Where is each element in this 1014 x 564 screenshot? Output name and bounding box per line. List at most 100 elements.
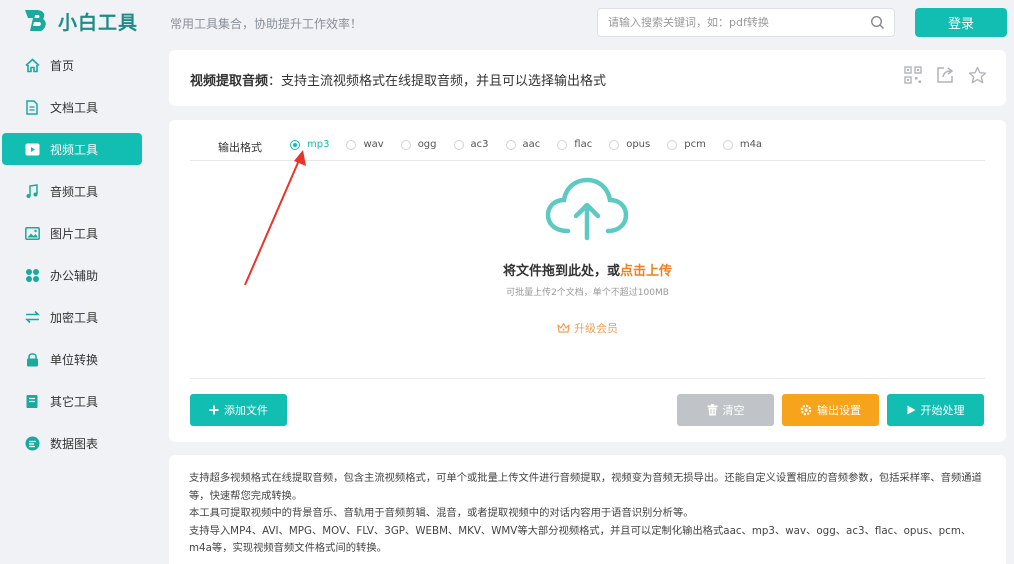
output-format-label: 输出格式 xyxy=(218,141,262,154)
add-file-label: 添加文件 xyxy=(224,404,268,417)
sidebar-item-label: 办公辅助 xyxy=(50,268,99,283)
radio-icon xyxy=(722,139,733,150)
sidebar-item-units[interactable]: 单位转换 xyxy=(2,343,142,375)
tool-panel: 输出格式 mp3 wav ogg ac3 aac flac opus pcm m… xyxy=(169,120,1006,442)
sidebar-item-label: 加密工具 xyxy=(50,310,99,325)
star-icon[interactable] xyxy=(966,64,988,86)
search-input[interactable] xyxy=(598,9,848,36)
output-settings-button[interactable]: 输出设置 xyxy=(782,394,879,426)
clear-label: 清空 xyxy=(722,404,745,417)
dropzone-title-text: 将文件拖到此处，或 xyxy=(502,264,620,279)
tool-description: 支持超多视频格式在线提取音频，包含主流视频格式，可单个或批量上传文件进行音频提取… xyxy=(189,470,989,558)
cloud-upload-icon xyxy=(544,176,630,246)
crown-icon xyxy=(557,322,570,334)
radio-icon xyxy=(609,139,620,150)
document-icon xyxy=(24,99,40,115)
sidebar-item-image[interactable]: 图片工具 xyxy=(2,217,142,249)
radio-icon xyxy=(453,139,464,150)
radio-icon xyxy=(557,139,568,150)
format-option-label: aac xyxy=(522,139,541,150)
swap-icon xyxy=(24,309,40,325)
qrcode-icon[interactable] xyxy=(902,64,924,86)
start-processing-label: 开始处理 xyxy=(920,404,965,417)
format-option-label: ogg xyxy=(417,139,437,150)
sidebar-item-label: 音频工具 xyxy=(50,184,99,199)
play-icon xyxy=(907,405,916,415)
sidebar-item-label: 视频工具 xyxy=(50,142,99,157)
sidebar-item-audio[interactable]: 音频工具 xyxy=(2,175,142,207)
format-radio-opus[interactable]: opus xyxy=(609,139,650,150)
page-title: 视频提取音频：支持主流视频格式在线提取音频，并且可以选择输出格式 xyxy=(190,70,606,89)
image-icon xyxy=(24,225,40,241)
sidebar-item-label: 单位转换 xyxy=(50,352,99,367)
sidebar-item-label: 数据图表 xyxy=(50,436,99,451)
search-icon[interactable] xyxy=(870,15,885,34)
output-settings-label: 输出设置 xyxy=(817,404,861,417)
dropzone-title: 将文件拖到此处，或点击上传 xyxy=(190,260,985,279)
title-card: 视频提取音频：支持主流视频格式在线提取音频，并且可以选择输出格式 xyxy=(169,50,1006,106)
share-icon[interactable] xyxy=(934,64,956,86)
description-paragraph: 支持超多视频格式在线提取音频，包含主流视频格式，可单个或批量上传文件进行音频提取… xyxy=(189,472,982,502)
upload-link[interactable]: 点击上传 xyxy=(620,264,672,279)
logo-text: 小白工具 xyxy=(58,11,139,34)
radio-checked-icon xyxy=(290,139,300,150)
chart-icon xyxy=(24,435,40,451)
video-icon xyxy=(24,141,40,157)
logo[interactable]: 小白工具 xyxy=(22,6,138,36)
format-radio-pcm[interactable]: pcm xyxy=(667,139,706,150)
grid-icon xyxy=(24,267,40,283)
header: 小白工具 常用工具集合，协助提升工作效率！ 登录 xyxy=(0,0,1014,46)
sidebar-item-charts[interactable]: 数据图表 xyxy=(2,427,142,459)
radio-icon xyxy=(400,139,411,150)
dropzone-subtitle: 可批量上传2个文档，单个不超过100MB xyxy=(506,288,669,298)
format-option-label: wav xyxy=(363,139,384,150)
login-button[interactable]: 登录 xyxy=(915,8,1007,37)
description-card: 支持超多视频格式在线提取音频，包含主流视频格式，可单个或批量上传文件进行音频提取… xyxy=(169,455,1006,564)
title-actions xyxy=(902,64,988,86)
description-paragraph: 支持导入MP4、AVI、MPG、MOV、FLV、3GP、WEBM、MKV、WMV… xyxy=(189,524,972,555)
upload-dropzone[interactable]: 将文件拖到此处，或点击上传 可批量上传2个文档，单个不超过100MB 升级会员 xyxy=(190,162,985,379)
output-format-row: 输出格式 mp3 wav ogg ac3 aac flac opus pcm m… xyxy=(190,136,985,161)
radio-icon xyxy=(505,139,516,150)
upgrade-member-link[interactable]: 升级会员 xyxy=(190,320,985,336)
radio-icon xyxy=(346,139,357,150)
clear-button[interactable]: 清空 xyxy=(677,394,774,426)
format-option-label: opus xyxy=(626,139,651,150)
format-radio-ogg[interactable]: ogg xyxy=(400,139,437,150)
music-icon xyxy=(24,183,40,199)
sidebar-item-documents[interactable]: 文档工具 xyxy=(2,91,142,123)
page-title-desc: ：支持主流视频格式在线提取音频，并且可以选择输出格式 xyxy=(268,74,607,89)
sidebar-item-home[interactable]: 首页 xyxy=(2,49,142,81)
add-file-button[interactable]: 添加文件 xyxy=(190,394,287,426)
format-radio-m4a[interactable]: m4a xyxy=(722,139,763,150)
radio-icon xyxy=(667,139,678,150)
description-paragraph: 本工具可提取视频中的背景音乐、音轨用于音频剪辑、混音，或者提取视频中的对话内容用… xyxy=(189,507,694,519)
sidebar-item-other[interactable]: 其它工具 xyxy=(2,385,142,417)
lock-icon xyxy=(24,351,40,367)
trash-icon xyxy=(707,404,718,416)
format-radio-mp3[interactable]: mp3 xyxy=(290,139,329,150)
page-title-bold: 视频提取音频 xyxy=(190,74,269,89)
format-radio-ac3[interactable]: ac3 xyxy=(453,139,489,150)
output-format-options: mp3 wav ogg ac3 aac flac opus pcm m4a xyxy=(290,139,779,150)
format-option-label: ac3 xyxy=(470,139,489,150)
sidebar-item-video[interactable]: 视频工具 xyxy=(2,133,142,165)
sidebar-item-label: 首页 xyxy=(50,58,75,73)
format-option-label: flac xyxy=(574,139,593,150)
format-option-label: m4a xyxy=(739,139,763,150)
sidebar-item-label: 文档工具 xyxy=(50,100,99,115)
sidebar-item-office[interactable]: 办公辅助 xyxy=(2,259,142,291)
search-box xyxy=(597,8,895,37)
gear-icon xyxy=(800,404,812,416)
sidebar-item-encrypt[interactable]: 加密工具 xyxy=(2,301,142,333)
sidebar-item-label: 图片工具 xyxy=(50,226,99,241)
format-radio-wav[interactable]: wav xyxy=(346,139,384,150)
plus-icon xyxy=(209,405,219,415)
home-icon xyxy=(24,57,40,73)
book-icon xyxy=(24,393,40,409)
format-radio-flac[interactable]: flac xyxy=(557,139,592,150)
format-radio-aac[interactable]: aac xyxy=(505,139,541,150)
slogan: 常用工具集合，协助提升工作效率！ xyxy=(170,17,363,31)
start-processing-button[interactable]: 开始处理 xyxy=(887,394,984,426)
sidebar-item-label: 其它工具 xyxy=(50,394,99,409)
